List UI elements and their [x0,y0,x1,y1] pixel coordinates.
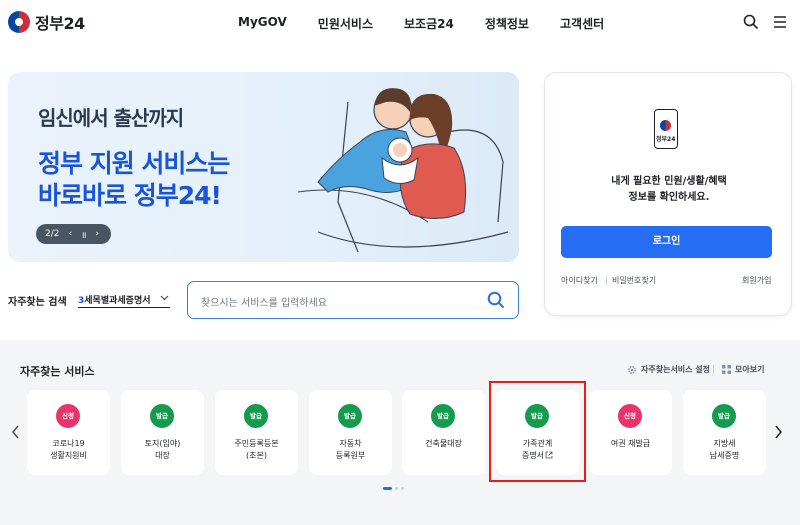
mobile-phone-icon: 정부24 [654,109,678,149]
search-icon[interactable] [743,14,759,30]
frequent-services-section: 자주찾는 서비스 자주찾는서비스 설정 모아보기 신청 코로나19 생활지원비 발… [0,340,800,525]
service-label-line1: 건축물대장 [425,439,462,448]
frequent-search-select[interactable]: 3세목별과세증명서 [78,288,170,308]
service-badge: 발급 [712,404,736,428]
service-settings-button[interactable]: 자주찾는서비스 설정 [627,364,710,375]
carousel-dot[interactable] [395,487,398,490]
chevron-left-icon[interactable] [11,425,21,439]
service-badge: 발급 [150,404,174,428]
main-nav: MyGOV 민원서비스 보조금24 정책정보 고객센터 [238,15,635,32]
login-button[interactable]: 로그인 [561,226,772,258]
service-card-resident-registration[interactable]: 발급 주민등록등본 (초본) [215,390,298,475]
service-label: 주민등록등본 (초본) [215,438,298,462]
service-label: 토지(임야) 대장 [121,438,204,462]
carousel-dot-active[interactable] [383,487,392,490]
service-label: 지방세납세증명 [683,438,766,462]
service-label: 코로나19 생활지원비 [27,438,110,462]
service-label: 건축물대장 [402,438,485,450]
service-badge: 발급 [338,404,362,428]
banner-next-icon[interactable]: › [96,229,100,239]
service-badge: 신청 [56,404,80,428]
hamburger-menu-icon[interactable] [772,14,788,30]
nav-item-customer-center[interactable]: 고객센터 [560,15,604,32]
service-label-line1: 코로나19 [52,439,85,448]
header: 정부24 MyGOV 민원서비스 보조금24 정책정보 고객센터 [0,0,800,46]
service-badge: 발급 [244,404,268,428]
service-label-line2: 납세증명 [709,451,740,460]
service-card-covid-support[interactable]: 신청 코로나19 생활지원비 [27,390,110,475]
search-bar[interactable]: 찾으시는 서비스를 입력하세요 [187,281,519,319]
highlight-box [489,381,586,482]
service-label: 여권 재발급 [589,438,672,450]
signup-link[interactable]: 회원가입 [742,275,771,286]
service-label-line2: 생활지원비 [50,451,87,460]
banner-title-line2: 바로바로 정부24! [38,181,222,210]
view-all-label: 모아보기 [735,365,765,374]
service-card-passport-reissue[interactable]: 신청 여권 재발급 [589,390,672,475]
view-all-button[interactable]: 모아보기 [722,364,764,375]
nav-item-policy-info[interactable]: 정책정보 [485,15,529,32]
service-label-line1: 자동차 [339,439,362,448]
banner-pause-icon[interactable]: ॥ [81,228,86,241]
carousel-dot[interactable] [401,487,404,490]
carousel-pagination [383,487,404,490]
find-password-link[interactable]: 비밀번호찾기 [612,275,656,286]
frequent-search-label: 자주찾는 검색 [8,297,67,308]
chevron-down-icon[interactable] [160,295,169,301]
banner-title: 정부 지원 서비스는 바로바로 정부24! [38,148,230,212]
service-badge: 발급 [431,404,455,428]
taegeuk-logo-icon [8,11,30,33]
family-illustration [297,88,509,253]
service-label-line1: 주민등록등본 [234,439,279,448]
search-submit-icon[interactable] [487,291,505,309]
find-id-link[interactable]: 아이디찾기 [561,275,598,286]
logo-text: 정부24 [35,14,85,33]
frequent-search-term: 세목별과세증명서 [84,296,151,306]
service-badge: 신청 [618,404,642,428]
login-message-line2: 정보를 확인하세요. [628,192,710,203]
login-message: 내게 필요한 민원/생활/혜택 정보를 확인하세요. [545,174,793,206]
service-label-line2: (초본) [246,451,267,460]
divider [713,365,714,374]
banner-prev-icon[interactable]: ‹ [68,229,72,239]
site-logo[interactable]: 정부24 [8,10,85,34]
divider [606,276,607,285]
chevron-right-icon[interactable] [773,425,783,439]
login-message-line1: 내게 필요한 민원/생활/혜택 [611,176,727,187]
nav-item-subsidy[interactable]: 보조금24 [404,15,454,32]
service-card-building-register[interactable]: 발급 건축물대장 [402,390,485,475]
nav-item-civil-services[interactable]: 민원서비스 [318,15,373,32]
gear-icon [628,365,636,374]
service-card-vehicle-register[interactable]: 발급 자동차등록원부 [309,390,392,475]
section-title: 자주찾는 서비스 [20,365,95,378]
service-settings-label: 자주찾는서비스 설정 [641,365,711,374]
taegeuk-icon [660,120,671,131]
service-label-line2: 등록원부 [335,451,366,460]
promo-banner[interactable]: 임신에서 출산까지 정부 지원 서비스는 바로바로 정부24! 2/2 ‹ ॥ … [8,72,519,262]
service-card-land-register[interactable]: 발급 토지(임야) 대장 [121,390,204,475]
service-label-line1: 토지(임야) [144,439,181,448]
search-input[interactable]: 찾으시는 서비스를 입력하세요 [201,294,327,309]
service-card-local-tax-certificate[interactable]: 발급 지방세납세증명 [683,390,766,475]
grid-icon [722,365,731,374]
service-label: 자동차등록원부 [309,438,392,462]
service-label-line1: 지방세 [713,439,736,448]
banner-title-line1: 정부 지원 서비스는 [38,149,230,178]
service-label-line2: 대장 [155,451,170,460]
banner-pager: 2/2 ‹ ॥ › [36,224,111,244]
nav-item-mygov[interactable]: MyGOV [238,15,287,32]
banner-headline: 임신에서 출산까지 [38,106,184,130]
login-card: 정부24 내게 필요한 민원/생활/혜택 정보를 확인하세요. 로그인 아이디찾… [544,72,792,316]
banner-page-indicator: 2/2 [45,229,60,239]
phone-label: 정부24 [656,136,676,143]
service-label-line1: 여권 재발급 [610,439,651,448]
